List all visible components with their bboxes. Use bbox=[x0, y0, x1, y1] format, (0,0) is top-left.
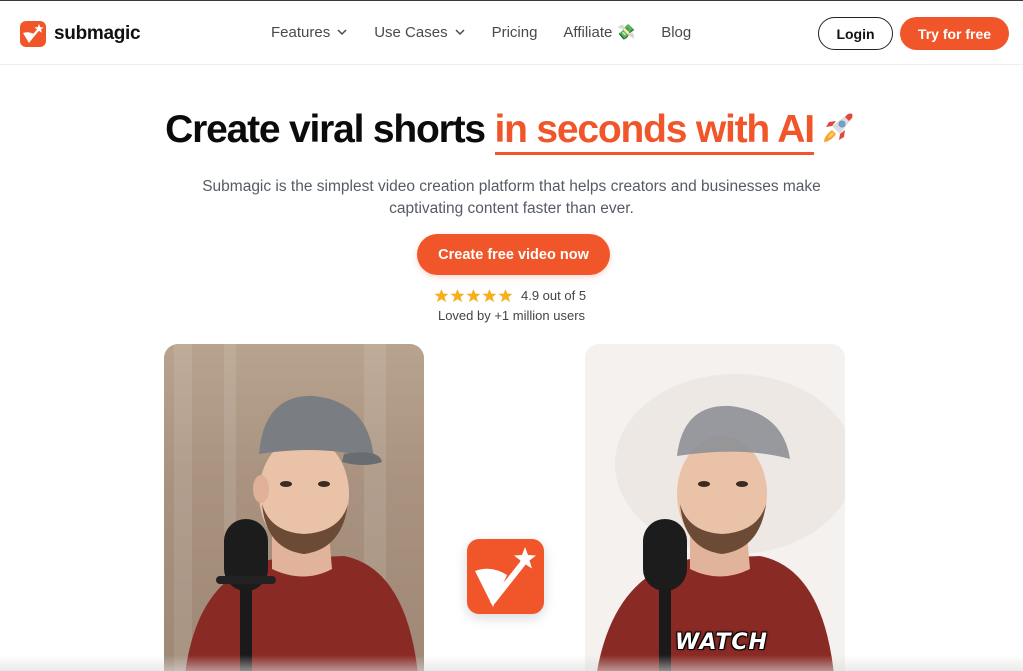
nav-item-pricing[interactable]: Pricing bbox=[492, 24, 538, 41]
hero-subtitle: Submagic is the simplest video creation … bbox=[202, 178, 821, 217]
try-for-free-button[interactable]: Try for free bbox=[900, 17, 1009, 50]
brand-name: submagic bbox=[54, 23, 141, 44]
chevron-down-icon bbox=[337, 29, 347, 36]
hero-title-plain: Create viral shorts bbox=[165, 108, 495, 151]
nav-item-label: Affiliate 💸 bbox=[563, 24, 636, 41]
nav-item-features[interactable]: Features bbox=[271, 24, 348, 41]
create-free-video-button[interactable]: Create free video now bbox=[417, 234, 610, 275]
nav-item-label: Features bbox=[271, 23, 331, 41]
star-icon bbox=[434, 288, 449, 303]
rocket-icon bbox=[823, 113, 853, 142]
login-button[interactable]: Login bbox=[818, 17, 893, 50]
star-icon bbox=[498, 288, 513, 303]
rating: 4.9 out of 5 bbox=[434, 288, 586, 303]
video-preview-original bbox=[164, 344, 424, 671]
hero-title-accent: in seconds with AI bbox=[494, 108, 815, 155]
person-image bbox=[185, 395, 418, 671]
star-icon bbox=[482, 288, 497, 303]
nav-item-use-cases[interactable]: Use Cases bbox=[374, 24, 465, 41]
bottom-fade bbox=[0, 655, 1023, 671]
nav-item-blog[interactable]: Blog bbox=[661, 24, 691, 41]
star-icon bbox=[466, 288, 481, 303]
person-image bbox=[597, 374, 845, 671]
site-header: submagic Features Use Cases Pricing Affi… bbox=[0, 0, 1023, 65]
hero-title: Create viral shorts in seconds with AI bbox=[0, 108, 1023, 155]
chevron-down-icon bbox=[455, 29, 465, 36]
main-nav: Features Use Cases Pricing Affiliate 💸 B… bbox=[271, 23, 717, 42]
video-preview-edited: WATCH bbox=[585, 344, 845, 671]
loved-by-text: Loved by +1 million users bbox=[437, 308, 586, 323]
brand-logo[interactable]: submagic bbox=[20, 21, 141, 47]
caption-word: WATCH bbox=[675, 630, 768, 655]
nav-item-label: Use Cases bbox=[374, 23, 448, 41]
star-rating bbox=[434, 288, 513, 303]
nav-item-affiliate[interactable]: Affiliate 💸 bbox=[563, 23, 635, 41]
rating-text: 4.9 out of 5 bbox=[521, 288, 587, 303]
magic-wand-icon bbox=[467, 539, 544, 614]
nav-item-label: Pricing bbox=[491, 23, 538, 41]
magic-wand-icon bbox=[20, 21, 46, 47]
star-icon bbox=[450, 288, 465, 303]
nav-item-label: Blog bbox=[661, 23, 692, 41]
